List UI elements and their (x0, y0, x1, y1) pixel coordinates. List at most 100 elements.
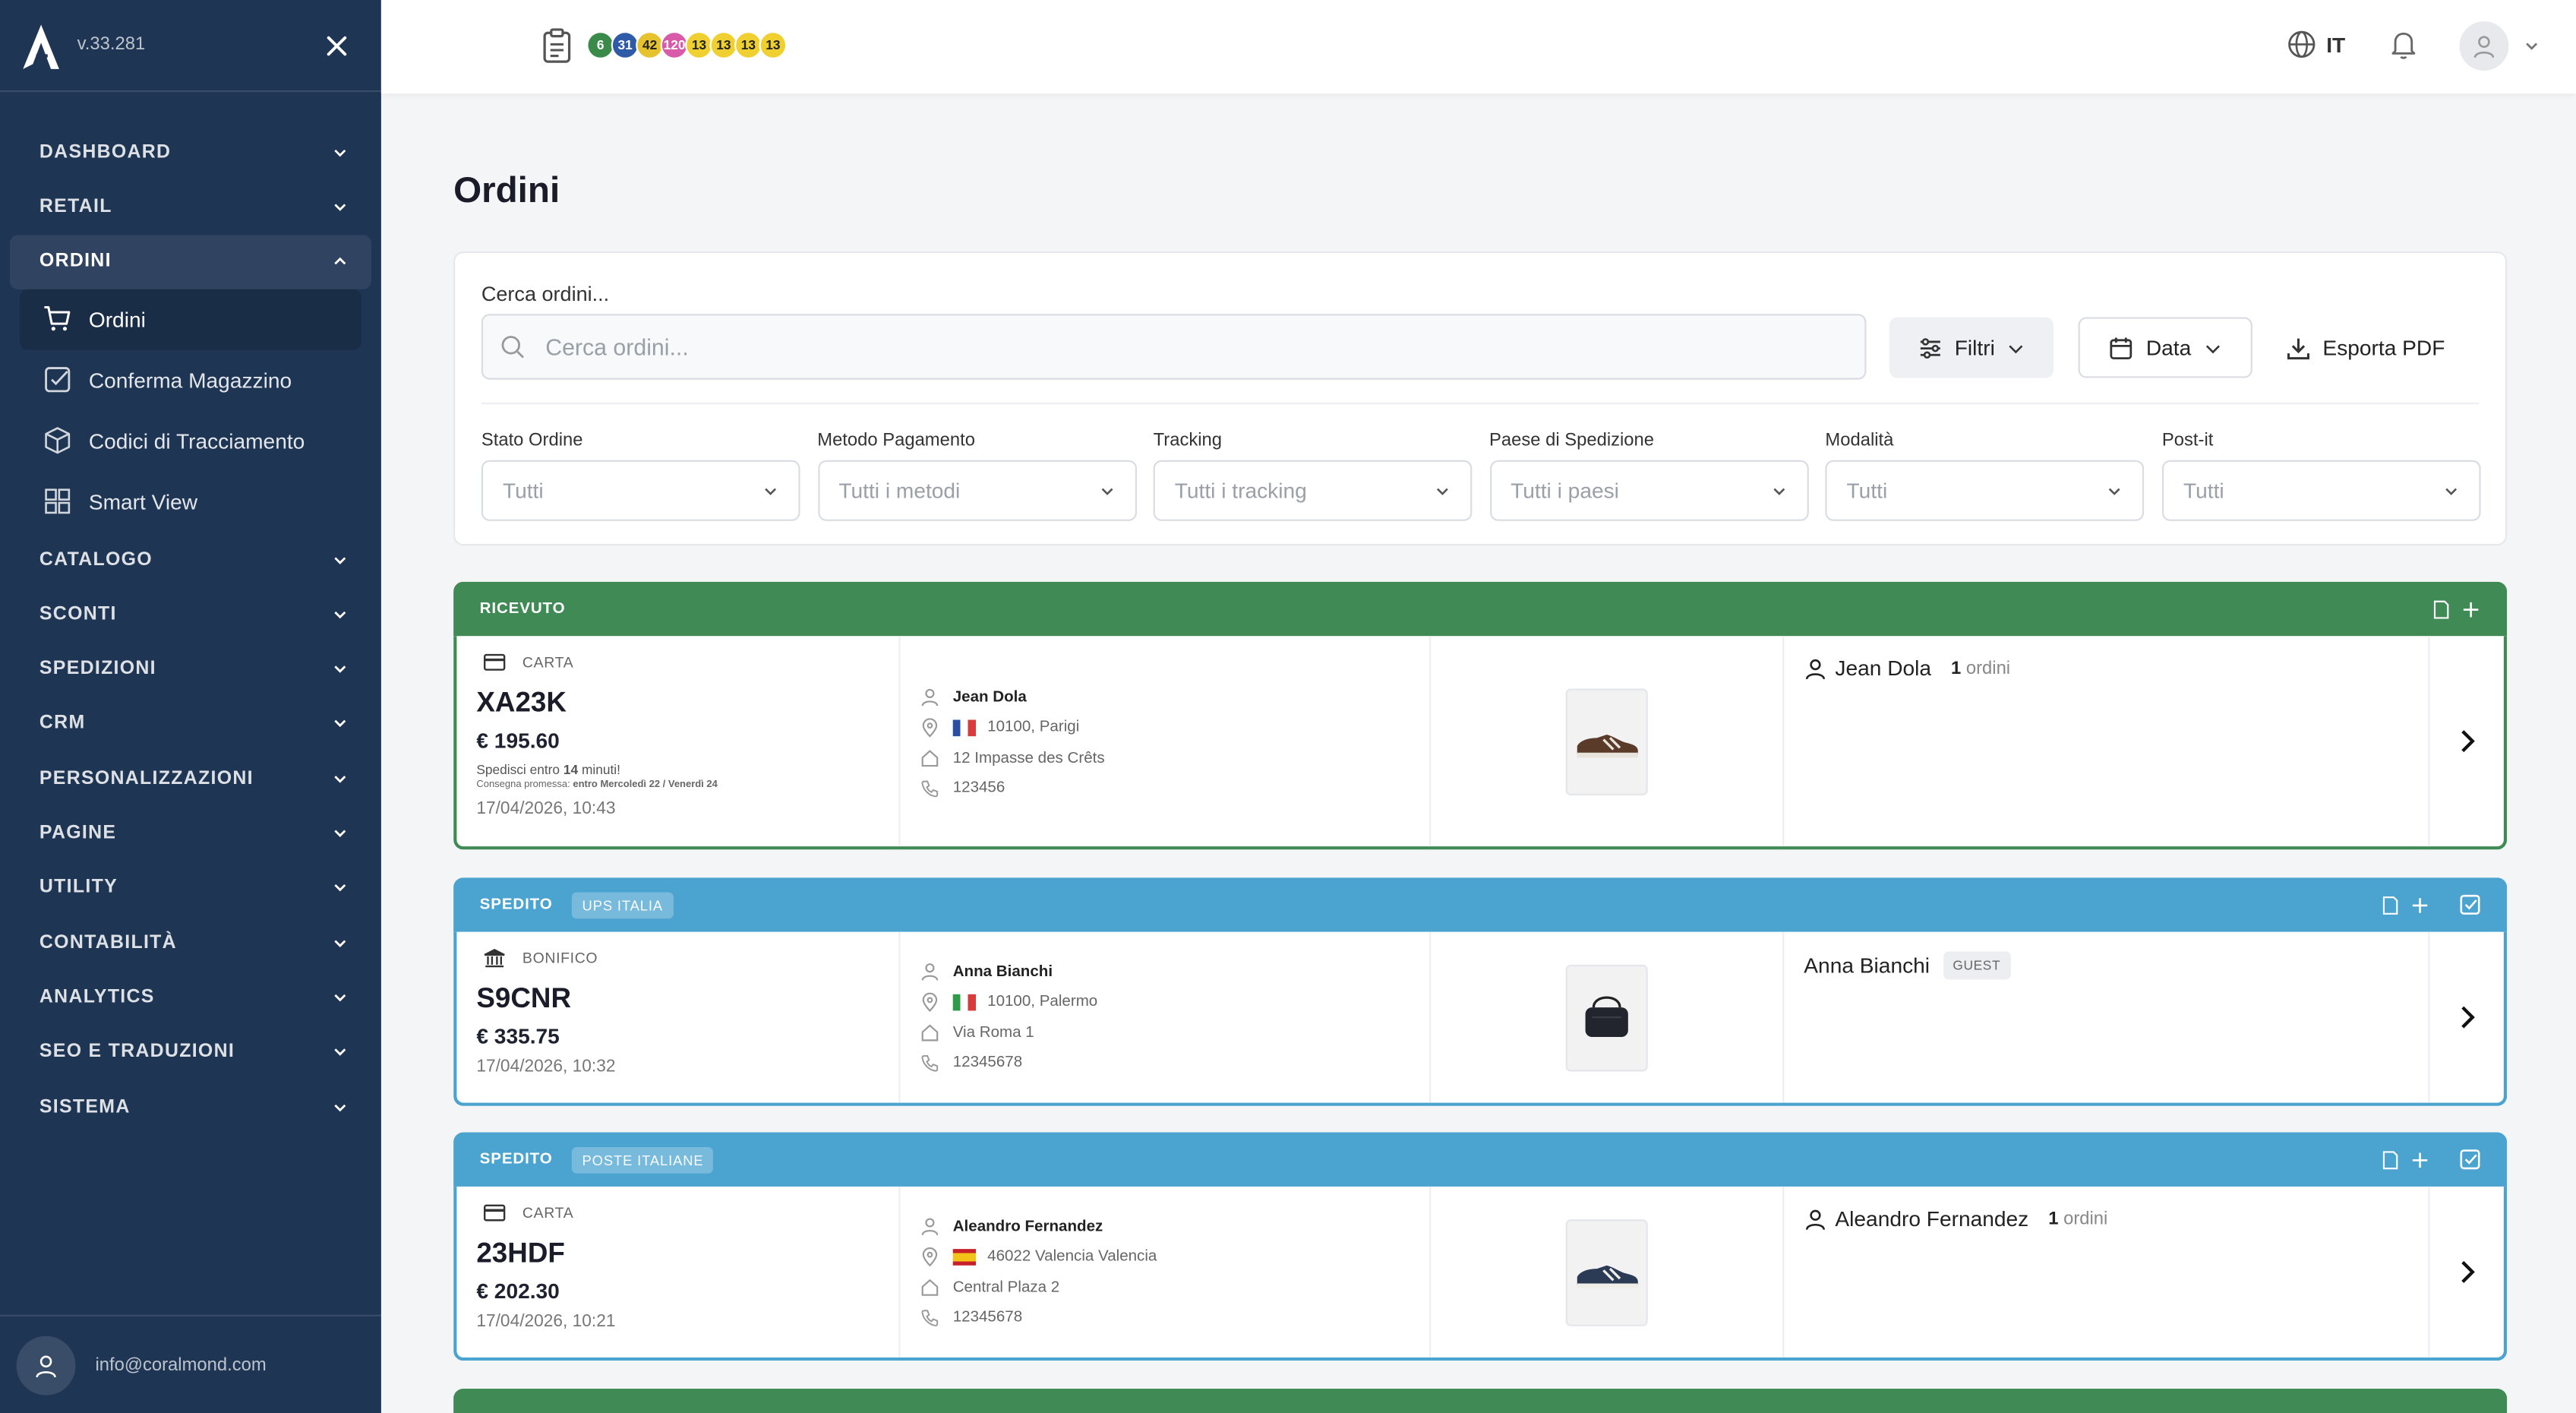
select-label: Modalità (1825, 430, 1894, 450)
nav-section-utility[interactable]: UTILITY (10, 861, 371, 915)
status-count-badge[interactable]: 31 (611, 31, 639, 59)
status-count-badge[interactable]: 13 (759, 31, 788, 59)
order-status-bar: RICEVUTO (453, 581, 2508, 637)
payment-label: CARTA (522, 1204, 574, 1222)
order-code[interactable]: XA23K (476, 687, 879, 719)
open-order-button[interactable] (2430, 636, 2504, 846)
note-icon[interactable] (2381, 1149, 2401, 1169)
check-square-icon[interactable] (2459, 1149, 2480, 1170)
date-button[interactable]: Data (2078, 317, 2252, 378)
search-input[interactable] (545, 333, 1795, 360)
flag-fr-icon (952, 719, 977, 736)
select-stato-ordine[interactable]: Tutti (481, 460, 800, 521)
nav-section-spedizioni[interactable]: SPEDIZIONI (10, 642, 371, 697)
clipboard-icon[interactable] (541, 28, 573, 65)
order-code[interactable]: S9CNR (476, 983, 879, 1016)
nav-section-sistema[interactable]: SISTEMA (10, 1080, 371, 1134)
recipient-city: 10100, Palermo (920, 987, 1410, 1017)
note-icon[interactable] (2432, 599, 2451, 619)
open-order-button[interactable] (2430, 1187, 2504, 1358)
customer[interactable]: Jean Dola 1 ordini (1804, 656, 2408, 681)
open-order-button[interactable] (2430, 932, 2504, 1103)
select-modalita[interactable]: Tutti (1825, 460, 2145, 521)
product-thumbnail[interactable] (1565, 688, 1648, 795)
sidebar-item-ordini[interactable]: Ordini (19, 289, 361, 350)
order-date: 17/04/2026, 10:32 (476, 1057, 616, 1076)
select-metodo-pagamento[interactable]: Tutti i metodi (817, 460, 1136, 521)
order-body[interactable]: CARTA XA23K € 195.60 Spedisci entro 14 m… (453, 636, 2508, 850)
nav-section-catalogo[interactable]: CATALOGO (10, 533, 371, 587)
sidebar-item-label: Ordini (88, 307, 146, 332)
recipient-phone: 12345678 (920, 1302, 1410, 1332)
select-tracking[interactable]: Tutti i tracking (1153, 460, 1473, 521)
sidebar-item-conferma-magazzino[interactable]: Conferma Magazzino (0, 350, 381, 411)
payment-method: BONIFICO (476, 948, 879, 968)
nav-section-pagine[interactable]: PAGINE (10, 806, 371, 861)
ship-deadline-suffix: minuti! (581, 762, 620, 778)
product-thumbnail[interactable] (1565, 1219, 1648, 1326)
nav-section-sconti[interactable]: SCONTI (10, 587, 371, 642)
nav-section-ordini[interactable]: ORDINI (9, 234, 371, 289)
status-count-badge[interactable]: 42 (636, 31, 664, 59)
status-count-badge[interactable]: 13 (685, 31, 713, 59)
nav-section-analytics[interactable]: ANALYTICS (10, 970, 371, 1025)
status-count-badge[interactable]: 120 (660, 31, 689, 59)
recipient-city: 10100, Parigi (920, 713, 1410, 743)
select-value: Tutti i tracking (1174, 478, 1307, 503)
recipient-city-text: 10100, Palermo (987, 993, 1098, 1011)
product-thumbnail[interactable] (1565, 963, 1648, 1071)
bell-icon[interactable] (2388, 28, 2418, 61)
check-square-icon[interactable] (2459, 894, 2480, 915)
chevron-down-icon (334, 939, 346, 947)
plus-icon[interactable] (2410, 1149, 2430, 1169)
note-icon[interactable] (2381, 895, 2401, 915)
chevron-down-icon[interactable] (2524, 38, 2540, 55)
product-thumbnails (1431, 1186, 1785, 1358)
close-icon[interactable] (325, 33, 348, 56)
select-value: Tutti i metodi (838, 478, 961, 503)
nav-section-crm[interactable]: CRM (10, 697, 371, 751)
filter-post-it: Post-it Tutti (2161, 431, 2481, 521)
sliders-icon (1920, 337, 1940, 358)
order-code[interactable]: 23HDF (476, 1238, 879, 1270)
export-pdf-button[interactable]: Esporta PDF (2278, 318, 2462, 378)
order-body[interactable]: CARTA 23HDF € 202.30 17/04/2026, 10:21 A… (453, 1186, 2508, 1361)
recipient-phone-text: 12345678 (952, 1054, 1023, 1073)
filter-metodo-pagamento: Metodo Pagamento Tutti i metodi (817, 431, 1136, 521)
promised-delivery: Consegna promessa: entro Mercoledì 22 / … (476, 781, 879, 791)
sidebar-item-codici-tracciamento[interactable]: Codici di Tracciamento (0, 411, 381, 472)
nav-section-retail[interactable]: RETAIL (10, 179, 371, 234)
nav-section-contabilita[interactable]: CONTABILITÀ (10, 915, 371, 970)
status-count-badge[interactable]: 13 (709, 31, 738, 59)
select-paese-spedizione[interactable]: Tutti i paesi (1489, 460, 1808, 521)
customer[interactable]: Anna Bianchi GUEST (1804, 951, 2408, 980)
user-avatar[interactable] (2459, 21, 2509, 71)
nav-section-label: DASHBOARD (39, 142, 172, 163)
phone-icon (921, 1309, 939, 1326)
status-count-badge[interactable]: 13 (734, 31, 762, 59)
payment-label: BONIFICO (522, 950, 598, 967)
phone-icon (921, 780, 939, 797)
nav-section-seo-traduzioni[interactable]: SEO E TRADUZIONI (10, 1025, 371, 1080)
ship-deadline: Spedisci entro 14 minuti! (476, 763, 879, 777)
user-avatar[interactable] (16, 1335, 76, 1395)
nav-section-personalizzazioni[interactable]: PERSONALIZZAZIONI (10, 751, 371, 806)
nav-section-label: SCONTI (39, 604, 117, 624)
select-post-it[interactable]: Tutti (2161, 460, 2481, 521)
chevron-down-icon (334, 1103, 346, 1111)
order-status-bar (453, 1388, 2508, 1413)
plus-icon[interactable] (2410, 895, 2430, 915)
plus-icon[interactable] (2461, 599, 2481, 619)
sidebar-header: v.33.281 (0, 0, 381, 93)
language-selector[interactable]: IT (2287, 30, 2345, 59)
filters-button[interactable]: Filtri (1889, 317, 2054, 378)
nav-section-dashboard[interactable]: DASHBOARD (10, 125, 371, 179)
chevron-down-icon (334, 665, 346, 673)
ship-deadline-minutes: 14 (563, 762, 579, 778)
status-count-badge[interactable]: 6 (586, 31, 615, 59)
order-body[interactable]: BONIFICO S9CNR € 335.75 17/04/2026, 10:3… (453, 931, 2508, 1106)
brand-logo[interactable] (20, 21, 62, 70)
chevron-down-icon (334, 884, 346, 893)
sidebar-item-smart-view[interactable]: Smart View (0, 472, 381, 533)
customer[interactable]: Aleandro Fernandez 1 ordini (1804, 1206, 2408, 1231)
